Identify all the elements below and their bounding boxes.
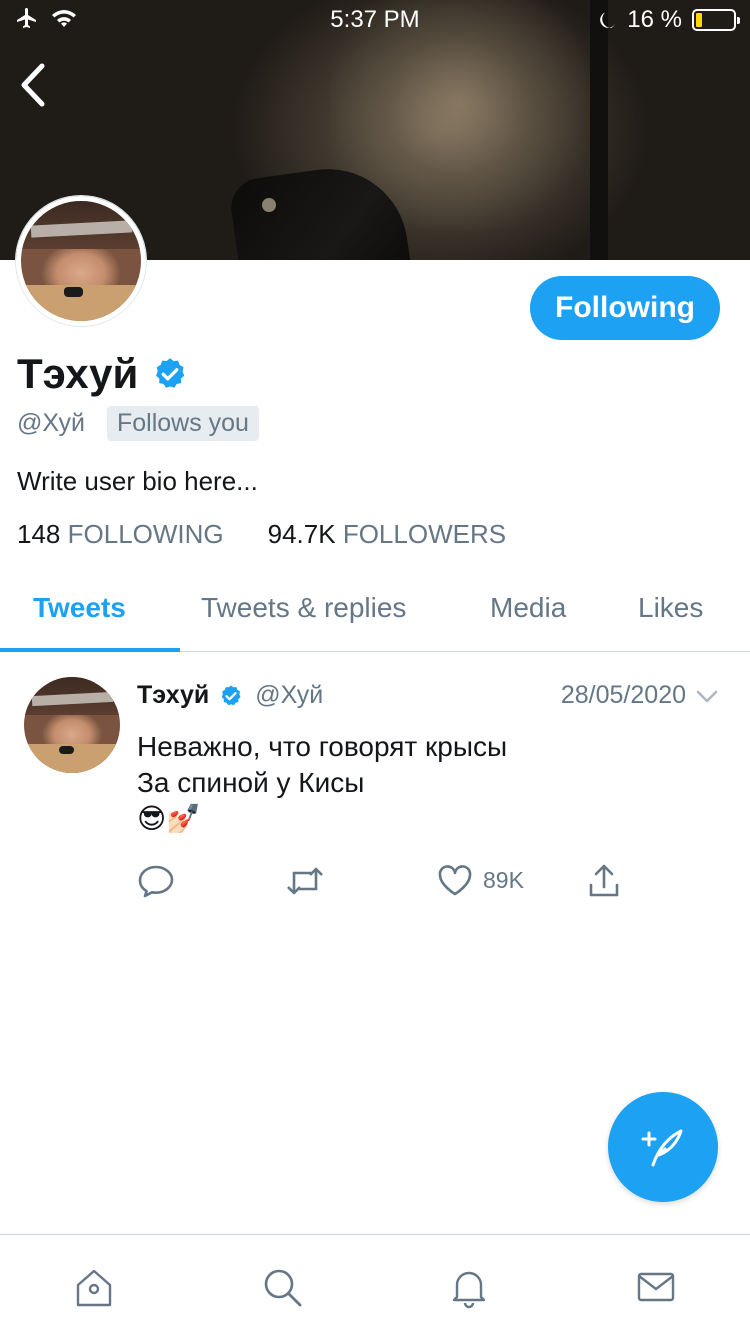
reply-button[interactable] [137, 863, 175, 899]
reply-icon [138, 865, 174, 898]
retweet-button[interactable] [285, 863, 325, 899]
like-count: 89K [483, 866, 524, 893]
envelope-icon[interactable] [634, 1265, 678, 1309]
like-button[interactable]: 89K [437, 863, 524, 897]
active-tab-indicator [0, 648, 180, 652]
battery-level [696, 13, 702, 27]
search-icon[interactable] [260, 1265, 304, 1309]
followers-stat[interactable]: 94.7K FOLLOWERS [268, 519, 506, 550]
profile-avatar[interactable] [16, 196, 146, 326]
tweet-item[interactable]: Тэхуй @Хуй 28/05/2020 Неважно, что говор… [0, 653, 750, 913]
compose-tweet-icon [641, 1129, 683, 1167]
followers-label: FOLLOWERS [342, 519, 507, 549]
tweet-author-handle: @Хуй [255, 681, 324, 709]
battery-icon [692, 9, 740, 31]
tweet-date: 28/05/2020 [560, 681, 686, 709]
verified-badge-icon [156, 358, 185, 388]
following-button[interactable]: Following [530, 276, 720, 340]
verified-badge-icon [221, 685, 241, 705]
follows-you-badge: Follows you [106, 406, 259, 441]
profile-handle: @Хуй [17, 409, 85, 437]
tweet-avatar[interactable] [24, 677, 120, 773]
tweet-line: За спиной у Кисы [137, 767, 365, 798]
compose-tweet-button[interactable] [608, 1092, 718, 1202]
retweet-icon [287, 867, 323, 895]
bottom-navigation [0, 1234, 750, 1334]
share-icon [589, 864, 619, 897]
share-button[interactable] [587, 863, 621, 899]
tweet-line: Неважно, что говорят крысы [137, 731, 508, 762]
status-bar: 5:37 PM 16 % [0, 0, 750, 40]
tab-tweets[interactable]: Tweets [33, 592, 126, 624]
profile-name: Тэхуй [17, 350, 139, 397]
battery-percent: 16 % [627, 6, 682, 33]
chevron-left-icon[interactable] [14, 60, 54, 110]
tab-media[interactable]: Media [490, 592, 566, 624]
following-stat[interactable]: 148 FOLLOWING [17, 519, 224, 550]
tweet-actions: 89K [137, 863, 637, 903]
home-icon[interactable] [72, 1265, 116, 1309]
following-count: 148 [17, 519, 61, 549]
heart-icon [438, 865, 472, 896]
following-label: FOLLOWING [67, 519, 224, 549]
tab-tweets-replies[interactable]: Tweets & replies [201, 592, 406, 624]
banner-knife-rivet [262, 198, 276, 212]
tweet-line: 😎💅🏻 [137, 803, 202, 834]
moon-icon [600, 12, 616, 28]
bell-icon[interactable] [447, 1265, 491, 1309]
profile-bio: Write user bio here... [17, 466, 258, 496]
tab-likes[interactable]: Likes [638, 592, 703, 624]
tweet-text: Неважно, что говорят крысы За спиной у К… [137, 729, 507, 837]
tweet-author-name: Тэхуй [137, 681, 210, 709]
chevron-down-icon[interactable] [694, 683, 720, 709]
followers-count: 94.7K [267, 519, 336, 549]
profile-tabs: Tweets Tweets & replies Media Likes [0, 570, 750, 652]
